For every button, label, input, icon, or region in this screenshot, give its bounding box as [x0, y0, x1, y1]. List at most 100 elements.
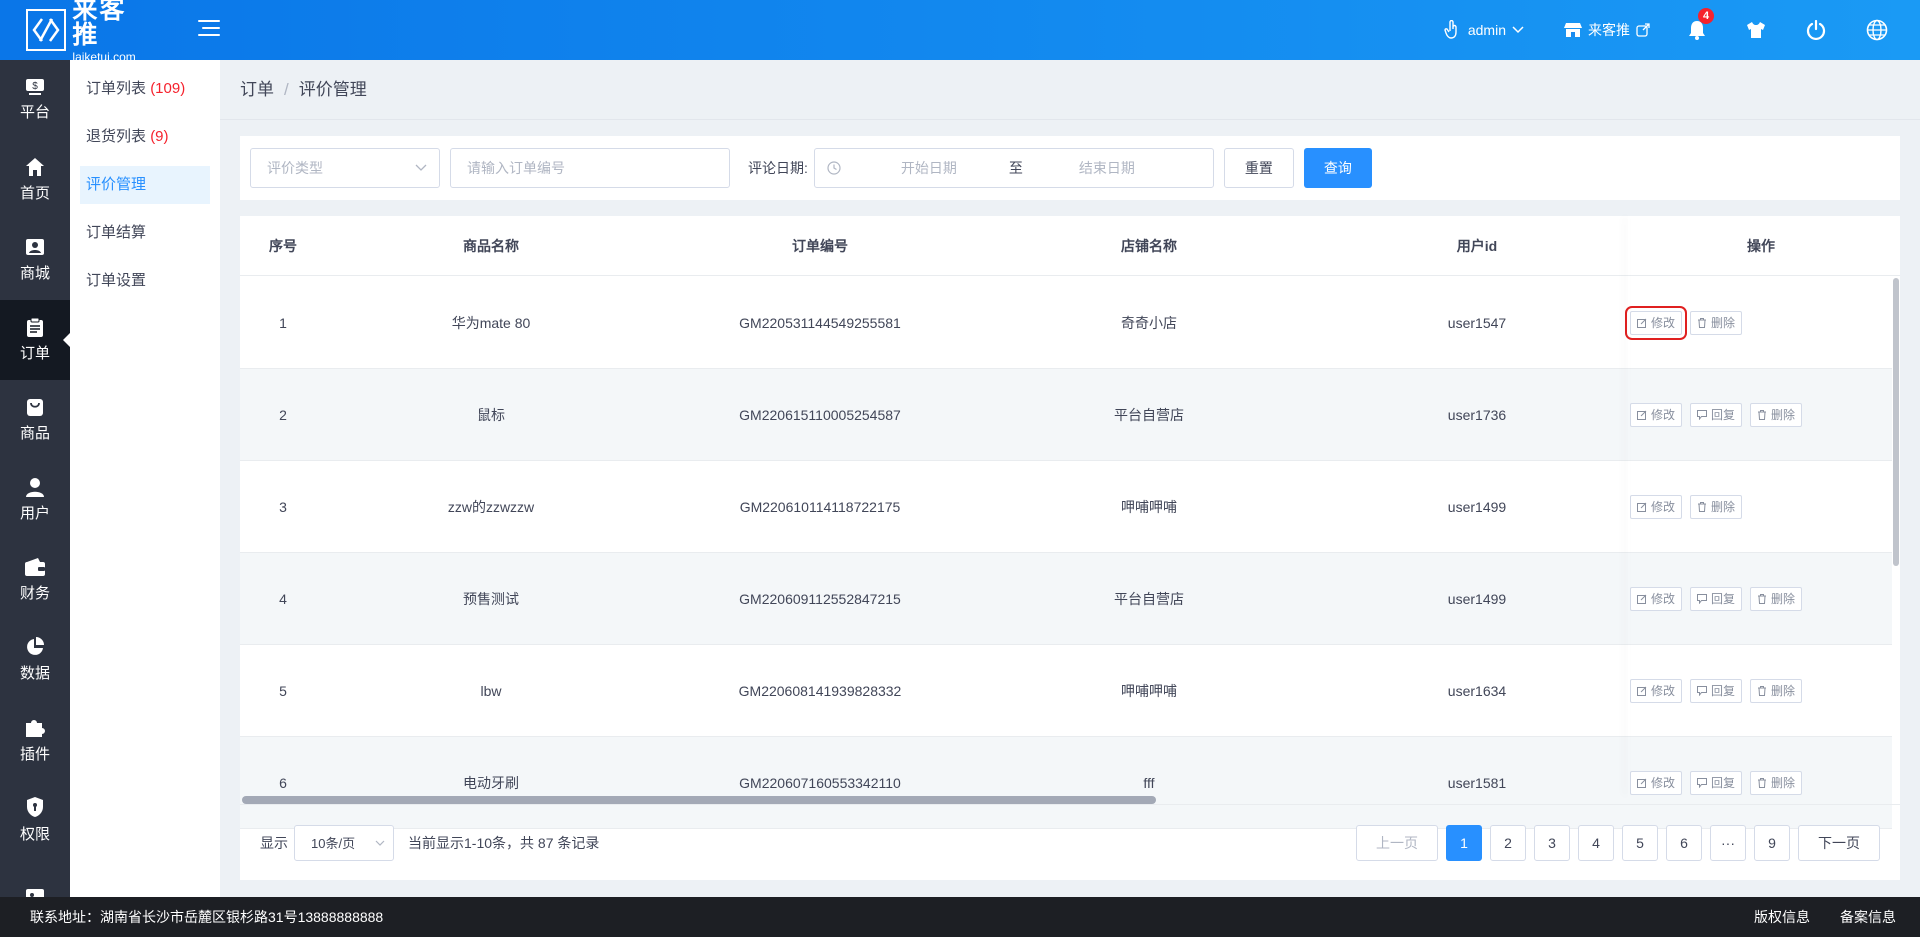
- sidebar-item-label: 平台: [19, 104, 50, 121]
- next-page-button[interactable]: 下一页: [1798, 824, 1880, 861]
- reply-button[interactable]: 回复: [1690, 770, 1743, 795]
- edit-button[interactable]: 修改: [1630, 770, 1683, 795]
- filing-link[interactable]: 备案信息: [1840, 907, 1896, 927]
- user-menu[interactable]: admin: [1444, 20, 1524, 40]
- row-index: 1: [279, 314, 287, 331]
- menu-toggle-icon[interactable]: [198, 17, 220, 39]
- order-number: GM220609112552847215: [739, 590, 901, 607]
- shop-name: 呷哺呷哺: [1121, 682, 1177, 699]
- start-date-input[interactable]: 开始日期: [901, 158, 957, 178]
- user-id: user1736: [1447, 406, 1507, 423]
- table-header: 序号 商品名称 订单编号 店铺名称 用户id 操作: [240, 216, 1900, 276]
- sidebar-item-label: 财务: [19, 585, 50, 602]
- horizontal-scrollbar[interactable]: [242, 796, 1156, 804]
- sidebar-item-data[interactable]: 数据: [0, 620, 70, 700]
- sidebar-item-home[interactable]: 首页: [0, 140, 70, 220]
- subnav-review-management[interactable]: 评价管理: [80, 166, 210, 204]
- page-button[interactable]: 5: [1622, 824, 1658, 861]
- sidebar-item-finance[interactable]: 财务: [0, 540, 70, 620]
- delete-button[interactable]: 删除: [1750, 678, 1803, 703]
- vertical-scrollbar[interactable]: [1893, 278, 1899, 566]
- user-id: user1547: [1447, 314, 1507, 331]
- end-date-input[interactable]: 结束日期: [1079, 158, 1135, 178]
- table-row: 1 华为mate 80 GM220531144549255581 奇奇小店 user15…: [240, 277, 1892, 369]
- page-button[interactable]: 2: [1490, 824, 1526, 861]
- sidebar-item-permissions[interactable]: 权限: [0, 780, 70, 860]
- edit-button[interactable]: 修改: [1630, 586, 1683, 611]
- sidebar-item-orders[interactable]: 订单: [0, 300, 70, 380]
- notification-button[interactable]: 4: [1688, 8, 1714, 40]
- language-button[interactable]: [1866, 19, 1888, 41]
- edit-button[interactable]: 修改: [1630, 402, 1683, 427]
- order-number-input[interactable]: 请输入订单编号: [450, 148, 730, 188]
- product-name: 鼠标: [477, 406, 505, 423]
- logo[interactable]: 来客推 laiketui.com: [26, 0, 150, 63]
- sidebar-item-media[interactable]: [0, 860, 70, 897]
- store-link[interactable]: 来客推: [1564, 20, 1650, 40]
- search-button[interactable]: 查询: [1303, 148, 1372, 188]
- subnav-order-settlement[interactable]: 订单结算: [80, 214, 210, 252]
- subnav-order-settings[interactable]: 订单设置: [80, 262, 210, 300]
- breadcrumb-parent[interactable]: 订单: [240, 80, 274, 99]
- row-index: 5: [279, 682, 287, 699]
- edit-button[interactable]: 修改: [1630, 678, 1683, 703]
- breadcrumb-current: 评价管理: [298, 80, 367, 99]
- shirt-icon: [1747, 22, 1765, 38]
- sidebar-item-users[interactable]: 用户: [0, 460, 70, 540]
- subnav-order-list[interactable]: 订单列表 (109): [80, 70, 210, 108]
- page-size-select[interactable]: 10条/页: [294, 824, 394, 861]
- page-buttons: 上一页 1 2 3 4 5 6 ··· 9 下一页: [1348, 824, 1880, 861]
- review-table: 序号 商品名称 订单编号 店铺名称 用户id 操作 1 华为mate 80 GM22…: [240, 216, 1900, 880]
- delete-button[interactable]: 删除: [1690, 310, 1743, 335]
- subnav-return-list[interactable]: 退货列表 (9): [80, 118, 210, 156]
- edit-icon: [1637, 318, 1647, 328]
- edit-button[interactable]: 修改: [1624, 305, 1688, 340]
- delete-button[interactable]: 删除: [1750, 770, 1803, 795]
- prev-page-button[interactable]: 上一页: [1356, 824, 1438, 861]
- date-range-picker[interactable]: 开始日期 至 结束日期: [813, 148, 1214, 188]
- bag-icon: [27, 399, 43, 416]
- table-row: 4 预售测试 GM220609112552847215 平台自营店 user1499 修改…: [240, 553, 1892, 645]
- edit-button[interactable]: 修改: [1630, 494, 1683, 519]
- page-button[interactable]: 4: [1578, 824, 1614, 861]
- order-number: GM220615110005254587: [739, 406, 901, 423]
- sidebar-item-label: 权限: [19, 826, 50, 843]
- count-badge: (109): [150, 80, 186, 97]
- page-button[interactable]: 9: [1754, 824, 1790, 861]
- sidebar-item-label: 数据: [19, 665, 50, 682]
- page-ellipsis[interactable]: ···: [1710, 824, 1746, 861]
- edit-icon: [1637, 594, 1647, 604]
- wallet-icon: [25, 558, 45, 576]
- shop-name: 平台自营店: [1114, 590, 1184, 607]
- sidebar-item-platform[interactable]: $ 平台: [0, 60, 70, 140]
- review-type-select[interactable]: 评价类型: [250, 148, 440, 188]
- reply-button[interactable]: 回复: [1690, 402, 1743, 427]
- logout-button[interactable]: [1806, 20, 1826, 40]
- delete-button[interactable]: 删除: [1750, 402, 1803, 427]
- theme-button[interactable]: [1746, 21, 1766, 39]
- copyright-link[interactable]: 版权信息: [1754, 907, 1810, 927]
- sidebar-item-plugins[interactable]: 插件: [0, 700, 70, 780]
- sidebar-item-label: 用户: [19, 505, 50, 522]
- trash-icon: [1758, 777, 1767, 788]
- delete-button[interactable]: 删除: [1750, 586, 1803, 611]
- reply-button[interactable]: 回复: [1690, 586, 1743, 611]
- sidebar-item-label: 商城: [19, 265, 50, 282]
- page-button[interactable]: 1: [1446, 824, 1482, 861]
- user-hand-icon: [1444, 20, 1457, 39]
- row-actions: 修改 回复 删除: [1630, 645, 1810, 736]
- trash-icon: [1758, 685, 1767, 696]
- product-name: 预售测试: [463, 590, 519, 607]
- row-index: 2: [279, 406, 287, 423]
- reset-button[interactable]: 重置: [1223, 148, 1294, 188]
- comment-icon: [1697, 593, 1708, 604]
- page-button[interactable]: 3: [1534, 824, 1570, 861]
- user-id: user1581: [1447, 774, 1507, 791]
- delete-button[interactable]: 删除: [1690, 494, 1743, 519]
- page-button[interactable]: 6: [1666, 824, 1702, 861]
- sidebar-item-products[interactable]: 商品: [0, 380, 70, 460]
- shop-name: fff: [1143, 774, 1155, 791]
- sidebar-item-mall[interactable]: 商城: [0, 220, 70, 300]
- product-name: lbw: [480, 682, 502, 699]
- reply-button[interactable]: 回复: [1690, 678, 1743, 703]
